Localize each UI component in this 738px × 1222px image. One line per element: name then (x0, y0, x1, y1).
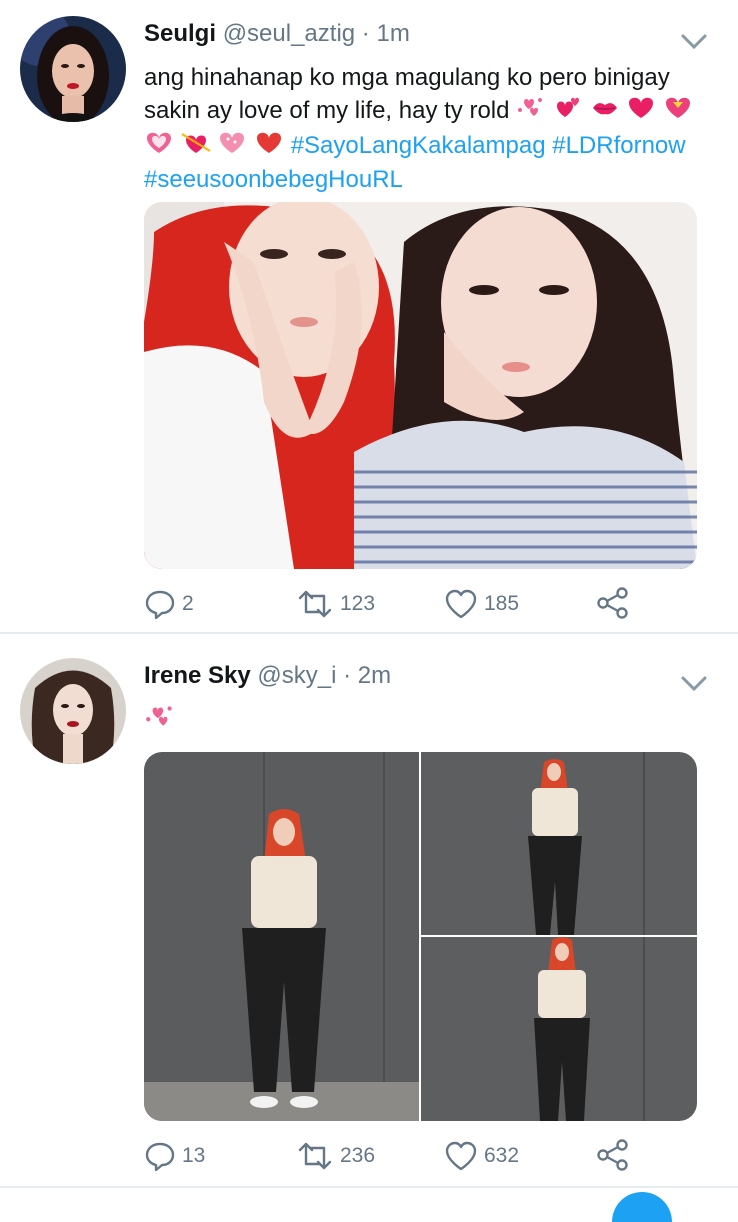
avatar[interactable] (20, 16, 126, 122)
tweet-text (144, 702, 714, 739)
share-button[interactable] (596, 586, 630, 625)
photo-large (144, 752, 419, 1121)
tweet-actions: 13 236 632 (144, 1138, 644, 1174)
tweet-actions: 2 123 185 (144, 586, 644, 622)
two-hearts-icon (553, 94, 583, 129)
heart-icon (445, 589, 477, 619)
retweet-button[interactable]: 236 (296, 1138, 375, 1174)
tweet-header: Seulgi @seul_aztig · 1m (144, 20, 410, 48)
sparkling-hearts-icon (516, 94, 546, 129)
timestamp[interactable]: 2m (358, 662, 391, 689)
heart-with-arrow-icon (181, 129, 211, 164)
tweet-photo[interactable] (144, 202, 697, 569)
separator-dot: · (343, 662, 352, 689)
like-count: 632 (484, 1144, 520, 1167)
tweet-header: Irene Sky @sky_i · 2m (144, 662, 391, 690)
retweet-count: 236 (340, 1144, 376, 1167)
photo-bottom-right (421, 937, 697, 1121)
retweet-count: 123 (340, 592, 376, 615)
share-icon (597, 1139, 628, 1171)
heart-with-ribbon-icon (144, 129, 174, 164)
reply-count: 2 (182, 592, 194, 615)
share-button[interactable] (596, 1138, 630, 1177)
reply-button[interactable]: 13 (144, 1138, 205, 1174)
tweet-photo-grid (144, 752, 697, 1121)
chevron-down-icon[interactable] (680, 674, 708, 694)
chevron-down-icon[interactable] (680, 32, 708, 52)
reply-button[interactable]: 2 (144, 586, 194, 622)
share-icon (597, 587, 628, 619)
separator-dot: · (361, 20, 370, 47)
heart-with-ribbon-icon (663, 94, 693, 129)
tweet-1[interactable]: Seulgi @seul_aztig · 1m ang hinahanap ko… (0, 0, 738, 632)
display-name[interactable]: Irene Sky (144, 662, 251, 689)
heart-icon (626, 94, 656, 129)
retweet-icon (298, 1142, 332, 1170)
like-count: 185 (484, 592, 520, 615)
tweet-divider (0, 1186, 738, 1188)
reply-icon (145, 1142, 175, 1172)
tweet-text-line: sakin ay love of my life, hay ty rold (144, 96, 510, 124)
retweet-button[interactable]: 123 (296, 586, 375, 622)
user-handle[interactable]: @seul_aztig (223, 20, 355, 47)
tweet-text: ang hinahanap ko mga magulang ko pero bi… (144, 62, 714, 196)
avatar[interactable] (20, 658, 126, 764)
kiss-mark-icon (590, 94, 620, 129)
compose-tweet-button[interactable] (612, 1192, 672, 1222)
sparkling-hearts-icon (144, 702, 176, 739)
retweet-icon (298, 590, 332, 618)
hashtag-link[interactable]: #seeusoonbebegHouRL (144, 166, 403, 193)
like-button[interactable]: 632 (444, 1138, 519, 1174)
display-name[interactable]: Seulgi (144, 20, 216, 47)
user-handle[interactable]: @sky_i (257, 662, 336, 689)
tweet-2[interactable]: Irene Sky @sky_i · 2m 13 236 632 (0, 634, 738, 1186)
tweet-text-line: ang hinahanap ko mga magulang ko pero bi… (144, 64, 670, 91)
timestamp[interactable]: 1m (376, 20, 409, 47)
heart-icon (445, 1141, 477, 1171)
reply-icon (145, 590, 175, 620)
photo-top-right (421, 752, 697, 935)
like-button[interactable]: 185 (444, 586, 519, 622)
hashtag-link[interactable]: #SayoLangKakalampag (291, 132, 546, 159)
red-heart-icon (254, 129, 284, 164)
sparkling-heart-icon (217, 129, 247, 164)
hashtag-link[interactable]: #LDRfornow (552, 132, 685, 159)
reply-count: 13 (182, 1144, 206, 1167)
